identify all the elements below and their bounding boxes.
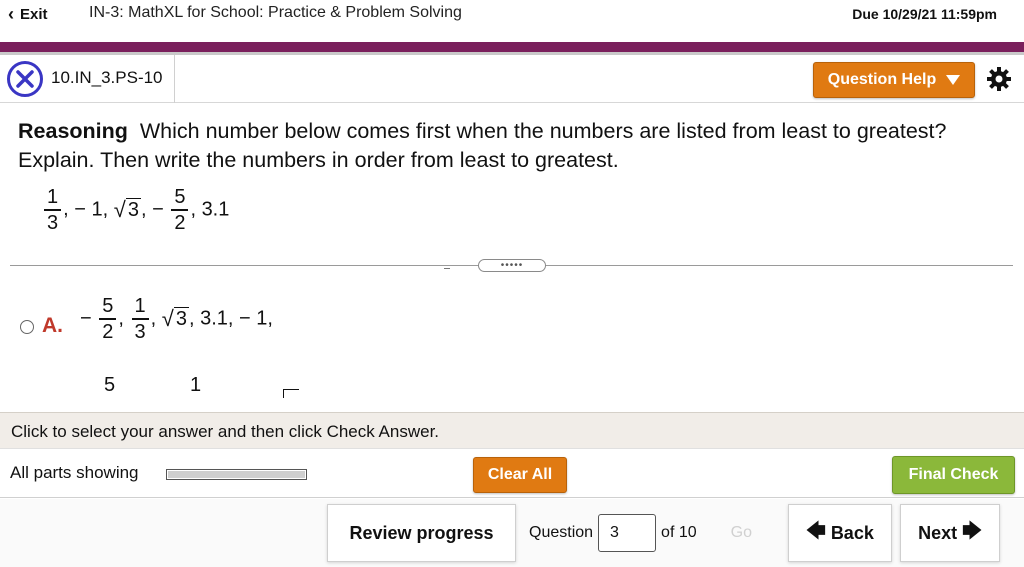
comma: , (140, 198, 147, 221)
comma: , (150, 307, 157, 330)
next-button[interactable]: Next 🡆 (900, 504, 1000, 562)
denominator: 2 (102, 320, 114, 343)
comma: , (190, 198, 196, 221)
parts-bar: All parts showing Clear All Final Check (0, 448, 1024, 498)
radicand: 3 (125, 198, 141, 222)
parts-label: All parts showing (10, 463, 139, 482)
due-date: Due 10/29/21 11:59pm (852, 6, 997, 22)
comma: , (63, 198, 69, 221)
next-label: Next (918, 522, 958, 543)
back-label: Back (830, 522, 874, 543)
review-progress-button[interactable]: Review progress (327, 504, 516, 562)
number: 3.1 (201, 198, 230, 221)
sign: − (80, 307, 92, 330)
partial-option-value: 1 (190, 374, 202, 396)
gear-icon[interactable] (986, 66, 1012, 92)
question-header: 10.IN_3.PS-10 Question Help (0, 55, 1024, 103)
app-title: IN-3: MathXL for School: Practice & Prob… (89, 4, 462, 21)
number: − 1, (74, 198, 109, 221)
option-tail: , 3.1, − 1, (188, 307, 273, 330)
chevron-left-icon: ‹ (8, 4, 14, 24)
question-id: 10.IN_3.PS-10 (51, 68, 163, 87)
header-divider (174, 55, 175, 103)
partial-option-value: 5 (104, 374, 116, 396)
denominator: 3 (134, 320, 146, 343)
brand-bar (0, 42, 1024, 52)
incorrect-x-icon (7, 61, 43, 97)
question-label: Question (529, 524, 594, 541)
instruction-bar: Click to select your answer and then cli… (0, 412, 1024, 448)
question-navigator: Question 3 of 10 Go (516, 504, 776, 562)
radicand: 3 (173, 307, 189, 331)
fraction: 1 3 (44, 185, 62, 235)
footer-nav: Review progress Question 3 of 10 Go 🡄 Ba… (0, 499, 1024, 567)
arrow-right-icon: 🡆 (962, 521, 982, 542)
fraction: 5 2 (99, 294, 117, 344)
expand-handle[interactable]: ••••• (478, 259, 546, 272)
divider-mark (444, 268, 450, 269)
option-a-radio[interactable] (20, 320, 34, 334)
fraction: 5 2 (171, 185, 189, 235)
numerator: 5 (102, 295, 114, 317)
question-help-button[interactable]: Question Help (813, 62, 975, 98)
final-check-button[interactable]: Final Check (892, 456, 1015, 494)
back-button[interactable]: 🡄 Back (788, 504, 892, 562)
progress-fill (168, 471, 305, 478)
instruction-text: Click to select your answer and then cli… (11, 422, 440, 441)
question-total: of 10 (661, 524, 697, 541)
exit-button[interactable]: ‹ Exit (8, 4, 48, 25)
top-bar: ‹ Exit IN-3: MathXL for School: Practice… (0, 0, 1024, 42)
parts-progress-bar (166, 469, 307, 480)
partial-radical-mark (283, 389, 299, 398)
numerator: 1 (134, 295, 146, 317)
go-button[interactable]: Go (731, 524, 752, 542)
question-number-input[interactable]: 3 (598, 514, 657, 552)
denominator: 3 (47, 211, 59, 234)
sign: − (152, 198, 164, 221)
exit-label: Exit (20, 6, 48, 23)
numerator: 5 (174, 186, 186, 208)
denominator: 2 (174, 211, 186, 234)
question-prompt: Reasoning Which number below comes first… (18, 117, 1008, 175)
option-a-numbers[interactable]: − 5 2 , 1 3 , √ 3 , 3.1, − 1, (80, 294, 273, 344)
fraction: 1 3 (131, 294, 149, 344)
radical-icon: √ (113, 197, 126, 223)
given-numbers: 1 3 , − 1, √ 3 , − 5 2 , 3.1 (42, 185, 229, 235)
prompt-text: Which number below comes first when the … (18, 119, 947, 172)
triangle-down-icon (946, 75, 961, 85)
prompt-heading: Reasoning (18, 119, 128, 143)
square-root: √ 3 (114, 198, 141, 221)
option-a-label[interactable]: A. (42, 314, 63, 338)
clear-all-button[interactable]: Clear All (473, 457, 567, 493)
numerator: 1 (47, 186, 59, 208)
radical-icon: √ (161, 306, 174, 332)
arrow-left-icon: 🡄 (806, 521, 826, 542)
comma: , (118, 307, 124, 330)
square-root: √ 3 (162, 307, 189, 330)
question-help-label: Question Help (827, 71, 937, 88)
